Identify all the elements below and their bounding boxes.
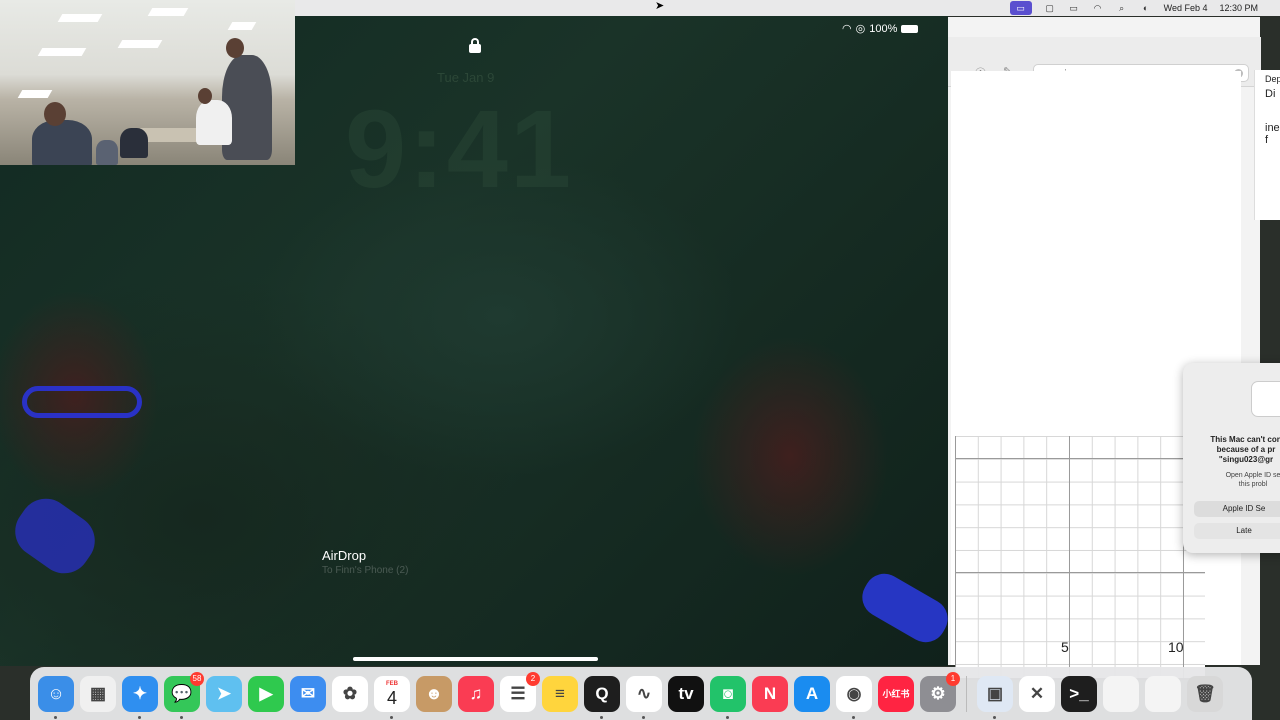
dock-chat-app-icon[interactable]: ◙ — [710, 675, 746, 719]
airdrop-subtitle: To Finn's Phone (2) — [322, 565, 409, 576]
dock-calendar-file-icon[interactable] — [1145, 675, 1181, 712]
dock-finder-icon[interactable]: ☺ — [38, 675, 74, 719]
dock-notes-icon[interactable]: ≡ — [542, 675, 578, 712]
dock: ☺ ▦ ✦ 💬 58 ➤ ▶ ✉ ✿ FEB 4 ☻ ♫ ☰ 2 ≡ Q ∿ tv ◙ N A ◉ 小红书 ⚙ 1 ▣ ✕ >_ 🗑 — [30, 667, 1252, 720]
doc-line: Dept. — [1265, 74, 1280, 84]
doc-line: ine f — [1265, 122, 1280, 146]
menubar-time[interactable]: 12:30 PM — [1219, 3, 1258, 13]
screen-mirroring-icon[interactable]: ▭ — [1009, 1, 1032, 15]
later-button[interactable]: Late — [1194, 523, 1280, 539]
ipad-battery-percent: 100% — [869, 22, 898, 35]
home-indicator[interactable] — [353, 657, 598, 661]
dock-document-icon[interactable] — [1103, 675, 1139, 712]
apple-id-alert: This Mac can't con because of a pr "sing… — [1183, 363, 1280, 553]
background-document[interactable]: Dept. Di ine f — [1254, 70, 1280, 220]
ipad-battery-icon — [901, 24, 919, 33]
battery-menu-icon[interactable]: ▭ — [1068, 3, 1080, 13]
mouse-cursor-icon: ➤ — [655, 0, 665, 12]
axis-tick-5: 5 — [1061, 639, 1069, 655]
lock-icon — [468, 38, 482, 53]
dock-reminders-icon[interactable]: ☰ 2 — [500, 671, 540, 712]
dock-chrome-icon[interactable]: ◉ — [836, 675, 872, 719]
alert-message: Open Apple ID se this probl — [1225, 472, 1280, 488]
menu-extra-icon[interactable]: ▢ — [1044, 3, 1056, 13]
control-center-icon[interactable]: ◐ — [1140, 3, 1152, 13]
notification-badge: 2 — [526, 671, 540, 686]
doc-line: Di — [1265, 88, 1276, 100]
lock-screen-date: Tue Jan 9 — [437, 70, 495, 85]
running-indicator — [993, 715, 996, 719]
screen: ▭ ▢ ▭ ◠ ⌕ ◐ Wed Feb 4 12:30 PM Ⓐ ✎ ⌕ con… — [0, 0, 1280, 720]
dock-xcode-tool-icon[interactable]: ✕ — [1019, 675, 1055, 712]
running-indicator — [54, 715, 57, 719]
dock-facetime-icon[interactable]: ▶ — [248, 675, 284, 712]
running-indicator — [390, 715, 393, 719]
camera-feed — [0, 0, 295, 165]
notification-badge: 1 — [946, 671, 960, 686]
dock-maps-icon[interactable]: ➤ — [206, 675, 242, 712]
dock-photos-icon[interactable]: ✿ — [332, 675, 368, 712]
dock-safari-icon[interactable]: ✦ — [122, 675, 158, 719]
dock-launchpad-icon[interactable]: ▦ — [80, 675, 116, 712]
ipad-orientation-lock-icon: ◎ — [855, 23, 866, 35]
wallpaper-toy — [855, 566, 948, 650]
running-indicator — [852, 715, 855, 719]
running-indicator — [726, 715, 729, 719]
dock-music-icon[interactable]: ♫ — [458, 675, 494, 712]
dock-app-store-icon[interactable]: A — [794, 675, 830, 712]
dock-quicktime-icon[interactable]: Q — [584, 675, 620, 719]
dock-trash-icon[interactable]: 🗑 — [1187, 675, 1223, 712]
ipad-status-bar: ◠ ◎ 100% — [842, 22, 919, 35]
dock-news-icon[interactable]: N — [752, 675, 788, 712]
running-indicator — [642, 715, 645, 719]
ipad-wifi-icon: ◠ — [842, 23, 852, 35]
apple-logo-icon — [1251, 381, 1280, 417]
dock-calendar-icon[interactable]: FEB 4 — [374, 675, 410, 719]
dock-apple-tv-icon[interactable]: tv — [668, 675, 704, 712]
airdrop-title[interactable]: AirDrop — [322, 548, 366, 563]
axis-tick-10: 10 — [1168, 639, 1184, 655]
running-indicator — [180, 715, 183, 719]
running-indicator — [600, 715, 603, 719]
dock-separator — [966, 675, 967, 712]
dock-freeform-icon[interactable]: ∿ — [626, 675, 662, 719]
wallpaper-toy — [5, 488, 105, 584]
dock-system-settings-icon[interactable]: ⚙ 1 — [920, 671, 960, 712]
notification-badge: 58 — [190, 671, 204, 686]
notes-window: Ⓐ ✎ ⌕ conic × 5 10 — [946, 17, 1261, 680]
calendar-day: 4 — [386, 687, 397, 708]
apple-id-settings-button[interactable]: Apple ID Se — [1194, 501, 1280, 517]
wallpaper-goggles — [22, 386, 142, 418]
dock-mail-icon[interactable]: ✉ — [290, 675, 326, 712]
dock-messages-icon[interactable]: 💬 58 — [164, 671, 204, 719]
dock-terminal-icon[interactable]: >_ — [1061, 675, 1097, 712]
wifi-icon[interactable]: ◠ — [1092, 3, 1104, 13]
calendar-month: FEB — [386, 680, 398, 687]
dock-preview-icon[interactable]: ▣ — [977, 675, 1013, 719]
alert-title: This Mac can't con because of a pr "sing… — [1210, 435, 1280, 464]
dock-contacts-icon[interactable]: ☻ — [416, 675, 452, 712]
spotlight-search-icon[interactable]: ⌕ — [1116, 3, 1128, 13]
lock-screen-time: 9:41 — [345, 88, 574, 211]
menubar-date[interactable]: Wed Feb 4 — [1164, 3, 1208, 13]
running-indicator — [138, 715, 141, 719]
dock-xiaohongshu-icon[interactable]: 小红书 — [878, 675, 914, 712]
